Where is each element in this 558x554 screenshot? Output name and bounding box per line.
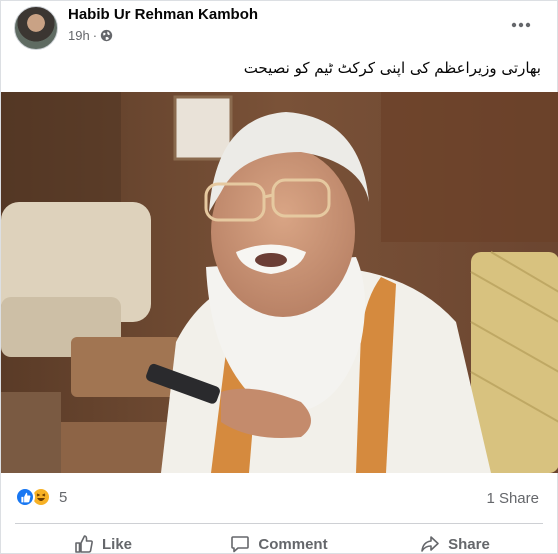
post-video[interactable]	[1, 92, 558, 473]
post-actions: Like Comment Share	[15, 528, 543, 554]
post-caption: بھارتی وزیراعظم کی اپنی کرکٹ ٹیم کو نصیح…	[243, 59, 541, 77]
meta-separator: ·	[92, 28, 98, 43]
post-meta: 19h ·	[68, 28, 113, 43]
globe-icon	[100, 29, 113, 42]
actions-divider	[15, 523, 543, 524]
like-button[interactable]: Like	[15, 528, 191, 554]
reaction-summary[interactable]: 5	[15, 487, 67, 507]
share-label: Share	[448, 535, 490, 553]
video-frame-image	[1, 92, 558, 473]
thumbs-up-icon	[75, 535, 93, 553]
author-avatar[interactable]	[14, 6, 58, 50]
post-header: Habib Ur Rehman Kamboh 19h ·	[1, 1, 558, 55]
reaction-count: 5	[59, 488, 68, 506]
comment-icon	[231, 536, 250, 553]
author-name[interactable]: Habib Ur Rehman Kamboh	[68, 6, 258, 23]
like-label: Like	[101, 535, 132, 553]
post-card: Habib Ur Rehman Kamboh 19h · بھارتی وزیر…	[0, 0, 558, 554]
like-icon	[15, 487, 35, 507]
more-options-icon[interactable]	[509, 13, 533, 37]
post-time[interactable]: 19h	[68, 28, 90, 43]
share-button[interactable]: Share	[367, 528, 543, 554]
comment-button[interactable]: Comment	[191, 528, 367, 554]
share-arrow-icon	[421, 536, 439, 552]
comment-label: Comment	[258, 535, 328, 553]
share-count[interactable]: 1 Share	[486, 490, 539, 507]
